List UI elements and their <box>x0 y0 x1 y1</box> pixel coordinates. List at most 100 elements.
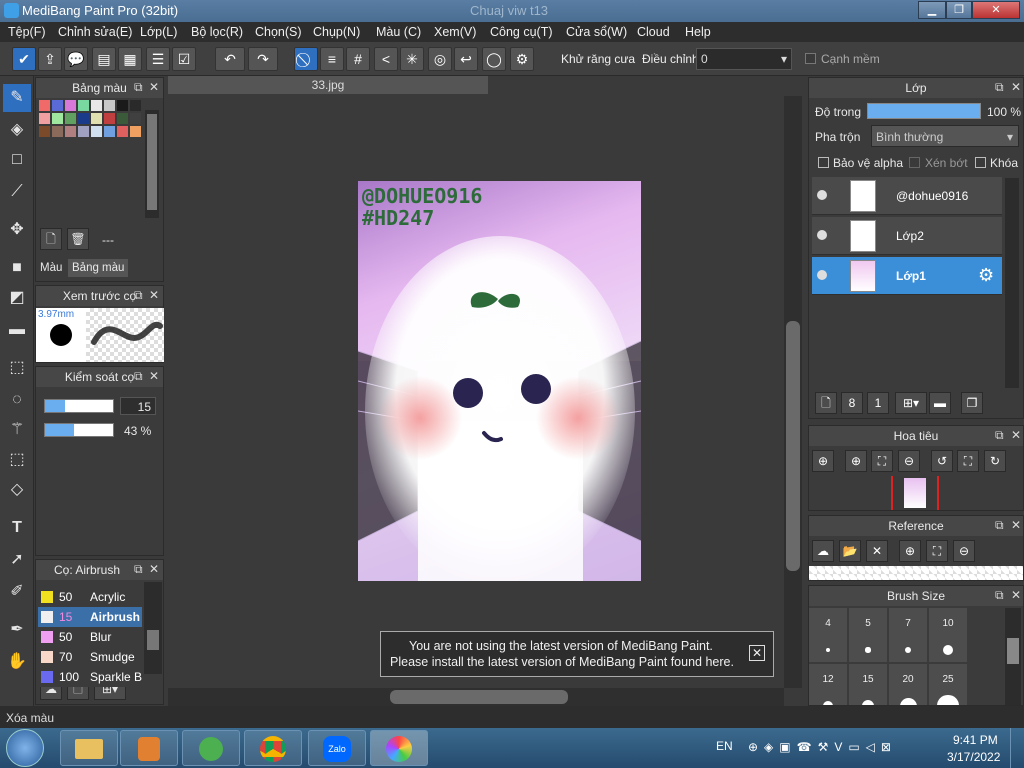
reference-canvas[interactable] <box>809 566 1023 580</box>
rotate-right-icon[interactable]: ↻ <box>984 450 1006 472</box>
select-eraser-icon[interactable]: ◇ <box>3 476 31 504</box>
cloud-reference-icon[interactable]: ☁ <box>812 540 834 562</box>
brush-list-scrollbar[interactable] <box>144 582 162 674</box>
brush-list-item[interactable]: 100 Sparkle Brush <box>38 667 142 687</box>
undock-icon[interactable]: ⧉ <box>995 80 1004 95</box>
size-slider[interactable] <box>44 399 114 413</box>
color-swatch[interactable] <box>91 113 102 124</box>
hand-tool-icon[interactable]: ✋ <box>3 648 31 676</box>
media-player-icon[interactable] <box>120 730 178 766</box>
bucket-tool-icon[interactable]: ◩ <box>3 284 31 312</box>
layer-row[interactable]: Lớp2 <box>812 217 1002 255</box>
color-swatch[interactable] <box>117 113 128 124</box>
color-swatch[interactable] <box>104 126 115 137</box>
divide-tool-icon[interactable]: ✐ <box>3 578 31 606</box>
language-indicator[interactable]: EN <box>716 739 733 753</box>
file-explorer-icon[interactable] <box>60 730 118 766</box>
undock-icon[interactable]: ⧉ <box>134 562 143 577</box>
eye-icon[interactable] <box>817 270 827 280</box>
layer-scrollbar[interactable] <box>1005 178 1019 388</box>
color-swatch[interactable] <box>65 100 76 111</box>
close-panel-icon[interactable]: ✕ <box>149 562 159 576</box>
color-swatch[interactable] <box>130 126 141 137</box>
undock-icon[interactable]: ⧉ <box>995 428 1004 443</box>
color-swatch[interactable] <box>52 113 63 124</box>
fit-icon[interactable]: ⛶ <box>871 450 893 472</box>
canvas-vertical-scrollbar[interactable] <box>784 96 802 688</box>
close-notification-icon[interactable]: ✕ <box>749 645 765 661</box>
zoom-in-icon[interactable]: ⊕ <box>812 450 834 472</box>
close-button[interactable]: ✕ <box>972 1 1020 19</box>
parallel-snap-icon[interactable]: ≡ <box>320 47 344 71</box>
tray-icons[interactable]: ⊕◈▣☎⚒V▭◁⊠ <box>748 740 897 754</box>
rectangle-tool-icon[interactable]: □ <box>3 146 31 174</box>
delete-palette-icon[interactable]: 🗑 <box>67 228 89 250</box>
color-swatch[interactable] <box>104 113 115 124</box>
fit-window-icon[interactable]: ⛶ <box>957 450 979 472</box>
fill-rect-tool-icon[interactable]: ■ <box>3 254 31 282</box>
layer-row[interactable]: @dohue0916 <box>812 177 1002 215</box>
new-palette-icon[interactable]: 🗋 <box>40 228 62 250</box>
settings-gear-icon[interactable]: ⚙ <box>510 47 534 71</box>
show-desktop-button[interactable] <box>1010 728 1024 768</box>
new-1bit-layer-icon[interactable]: 1 <box>867 392 889 414</box>
menu-help[interactable]: Help <box>685 25 711 39</box>
select-pen-icon[interactable]: ⬚ <box>3 446 31 474</box>
menu-edit[interactable]: Chỉnh sửa(E) <box>58 25 132 39</box>
perspective-snap-icon[interactable]: < <box>374 47 398 71</box>
close-panel-icon[interactable]: ✕ <box>149 288 159 302</box>
color-swatch[interactable] <box>78 126 89 137</box>
clock-date[interactable]: 3/17/2022 <box>947 750 1000 764</box>
minimize-button[interactable]: ▁ <box>918 1 946 19</box>
redo-icon[interactable]: ↷ <box>248 47 278 71</box>
color-swatch[interactable] <box>65 126 76 137</box>
color-swatch[interactable] <box>39 113 50 124</box>
soft-edge-checkbox[interactable] <box>805 53 816 64</box>
add-layer-dropdown-icon[interactable]: ⊞▾ <box>895 392 927 414</box>
layer-row[interactable]: Lớp1 ⚙ <box>812 257 1002 295</box>
brush-size-cell[interactable]: 4 <box>809 608 847 662</box>
brush-list-item[interactable]: 50 Blur <box>38 627 142 647</box>
duplicate-layer-icon[interactable]: ❐ <box>961 392 983 414</box>
grid-snap-icon[interactable]: # <box>346 47 370 71</box>
tab-color[interactable]: Màu <box>40 262 62 274</box>
color-swatch[interactable] <box>52 100 63 111</box>
blend-dropdown[interactable]: Bình thường ▾ <box>871 125 1019 147</box>
opacity-slider[interactable] <box>44 423 114 437</box>
lasso-icon[interactable]: ◌ <box>3 386 31 414</box>
color-swatch[interactable] <box>78 113 89 124</box>
brush-size-cell[interactable]: 5 <box>849 608 887 662</box>
clip-checkbox[interactable] <box>909 157 920 168</box>
brush-list-item[interactable]: 15 Airbrush <box>38 607 142 627</box>
comment-icon[interactable]: 💬 <box>64 47 88 71</box>
close-panel-icon[interactable]: ✕ <box>1011 80 1021 94</box>
menu-capture[interactable]: Chụp(N) <box>313 25 360 39</box>
gradient-tool-icon[interactable]: ▬ <box>3 316 31 344</box>
color-swatch[interactable] <box>65 113 76 124</box>
color-swatch[interactable] <box>39 126 50 137</box>
close-panel-icon[interactable]: ✕ <box>1011 428 1021 442</box>
eyedropper-icon[interactable]: ✒ <box>3 616 31 644</box>
menu-file[interactable]: Tệp(F) <box>8 25 46 39</box>
eye-icon[interactable] <box>817 230 827 240</box>
color-swatch[interactable] <box>130 100 141 111</box>
undock-icon[interactable]: ⧉ <box>134 80 143 95</box>
pages-icon[interactable]: ▤ <box>92 47 116 71</box>
new-layer-icon[interactable]: 🗋 <box>815 392 837 414</box>
document-icon[interactable]: ▦ <box>118 47 142 71</box>
document-tab[interactable]: 33.jpg <box>168 76 488 94</box>
open-folder-icon[interactable]: 📂 <box>839 540 861 562</box>
color-swatch[interactable] <box>52 126 63 137</box>
navigator-thumbnail[interactable] <box>891 476 939 510</box>
clock-time[interactable]: 9:41 PM <box>953 733 998 747</box>
brush-size-cell[interactable]: 20 <box>889 664 927 705</box>
undock-icon[interactable]: ⧉ <box>995 588 1004 603</box>
color-swatch[interactable] <box>39 100 50 111</box>
layer-opacity-slider[interactable] <box>867 103 981 119</box>
color-swatch[interactable] <box>117 126 128 137</box>
tab-palette[interactable]: Bảng màu <box>68 259 129 277</box>
zoom-out-icon[interactable]: ⊖ <box>898 450 920 472</box>
share-icon[interactable]: ⇪ <box>38 47 62 71</box>
menu-filter[interactable]: Bộ lọc(R) <box>191 25 243 39</box>
menu-window[interactable]: Cửa sổ(W) <box>566 25 627 39</box>
